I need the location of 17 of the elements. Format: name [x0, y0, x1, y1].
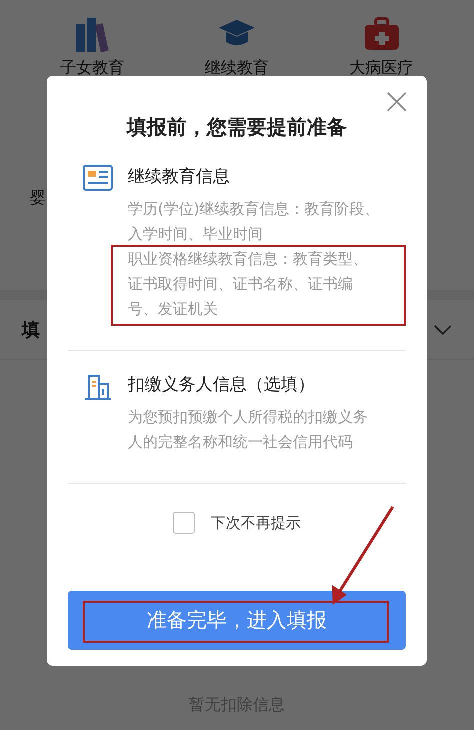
item-description: 职业资格继续教育信息：教育类型、证书取得时间、证书名称、证书编号、发证机关 — [128, 249, 369, 320]
category-label[interactable]: 继续教育 — [204, 58, 269, 79]
checkbox[interactable] — [173, 512, 195, 534]
row-label: 婴 — [30, 188, 46, 207]
chevron-icon[interactable] — [434, 324, 452, 334]
confirm-button[interactable]: 准备完毕，进入填报 — [68, 591, 406, 650]
category-label[interactable]: 大病医疗 — [350, 58, 414, 79]
section-title: 填 — [22, 318, 40, 342]
item-description: 学历(学位)继续教育信息：教育阶段、入学时间、毕业时间 — [128, 199, 380, 245]
item-title: 继续教育信息 — [128, 166, 231, 189]
item-description: 为您预扣预缴个人所得税的扣缴义务人的完整名称和统一社会信用代码 — [128, 407, 369, 453]
category-label[interactable]: 子女教育 — [60, 58, 124, 79]
checkbox-label[interactable]: 下次不再提示 — [211, 514, 301, 532]
certificate-icon — [83, 165, 113, 191]
dialog-title: 填报前，您需要提前准备 — [125, 114, 348, 141]
item-title: 扣缴义务人信息（选填） — [128, 374, 316, 397]
building-icon — [83, 373, 113, 401]
